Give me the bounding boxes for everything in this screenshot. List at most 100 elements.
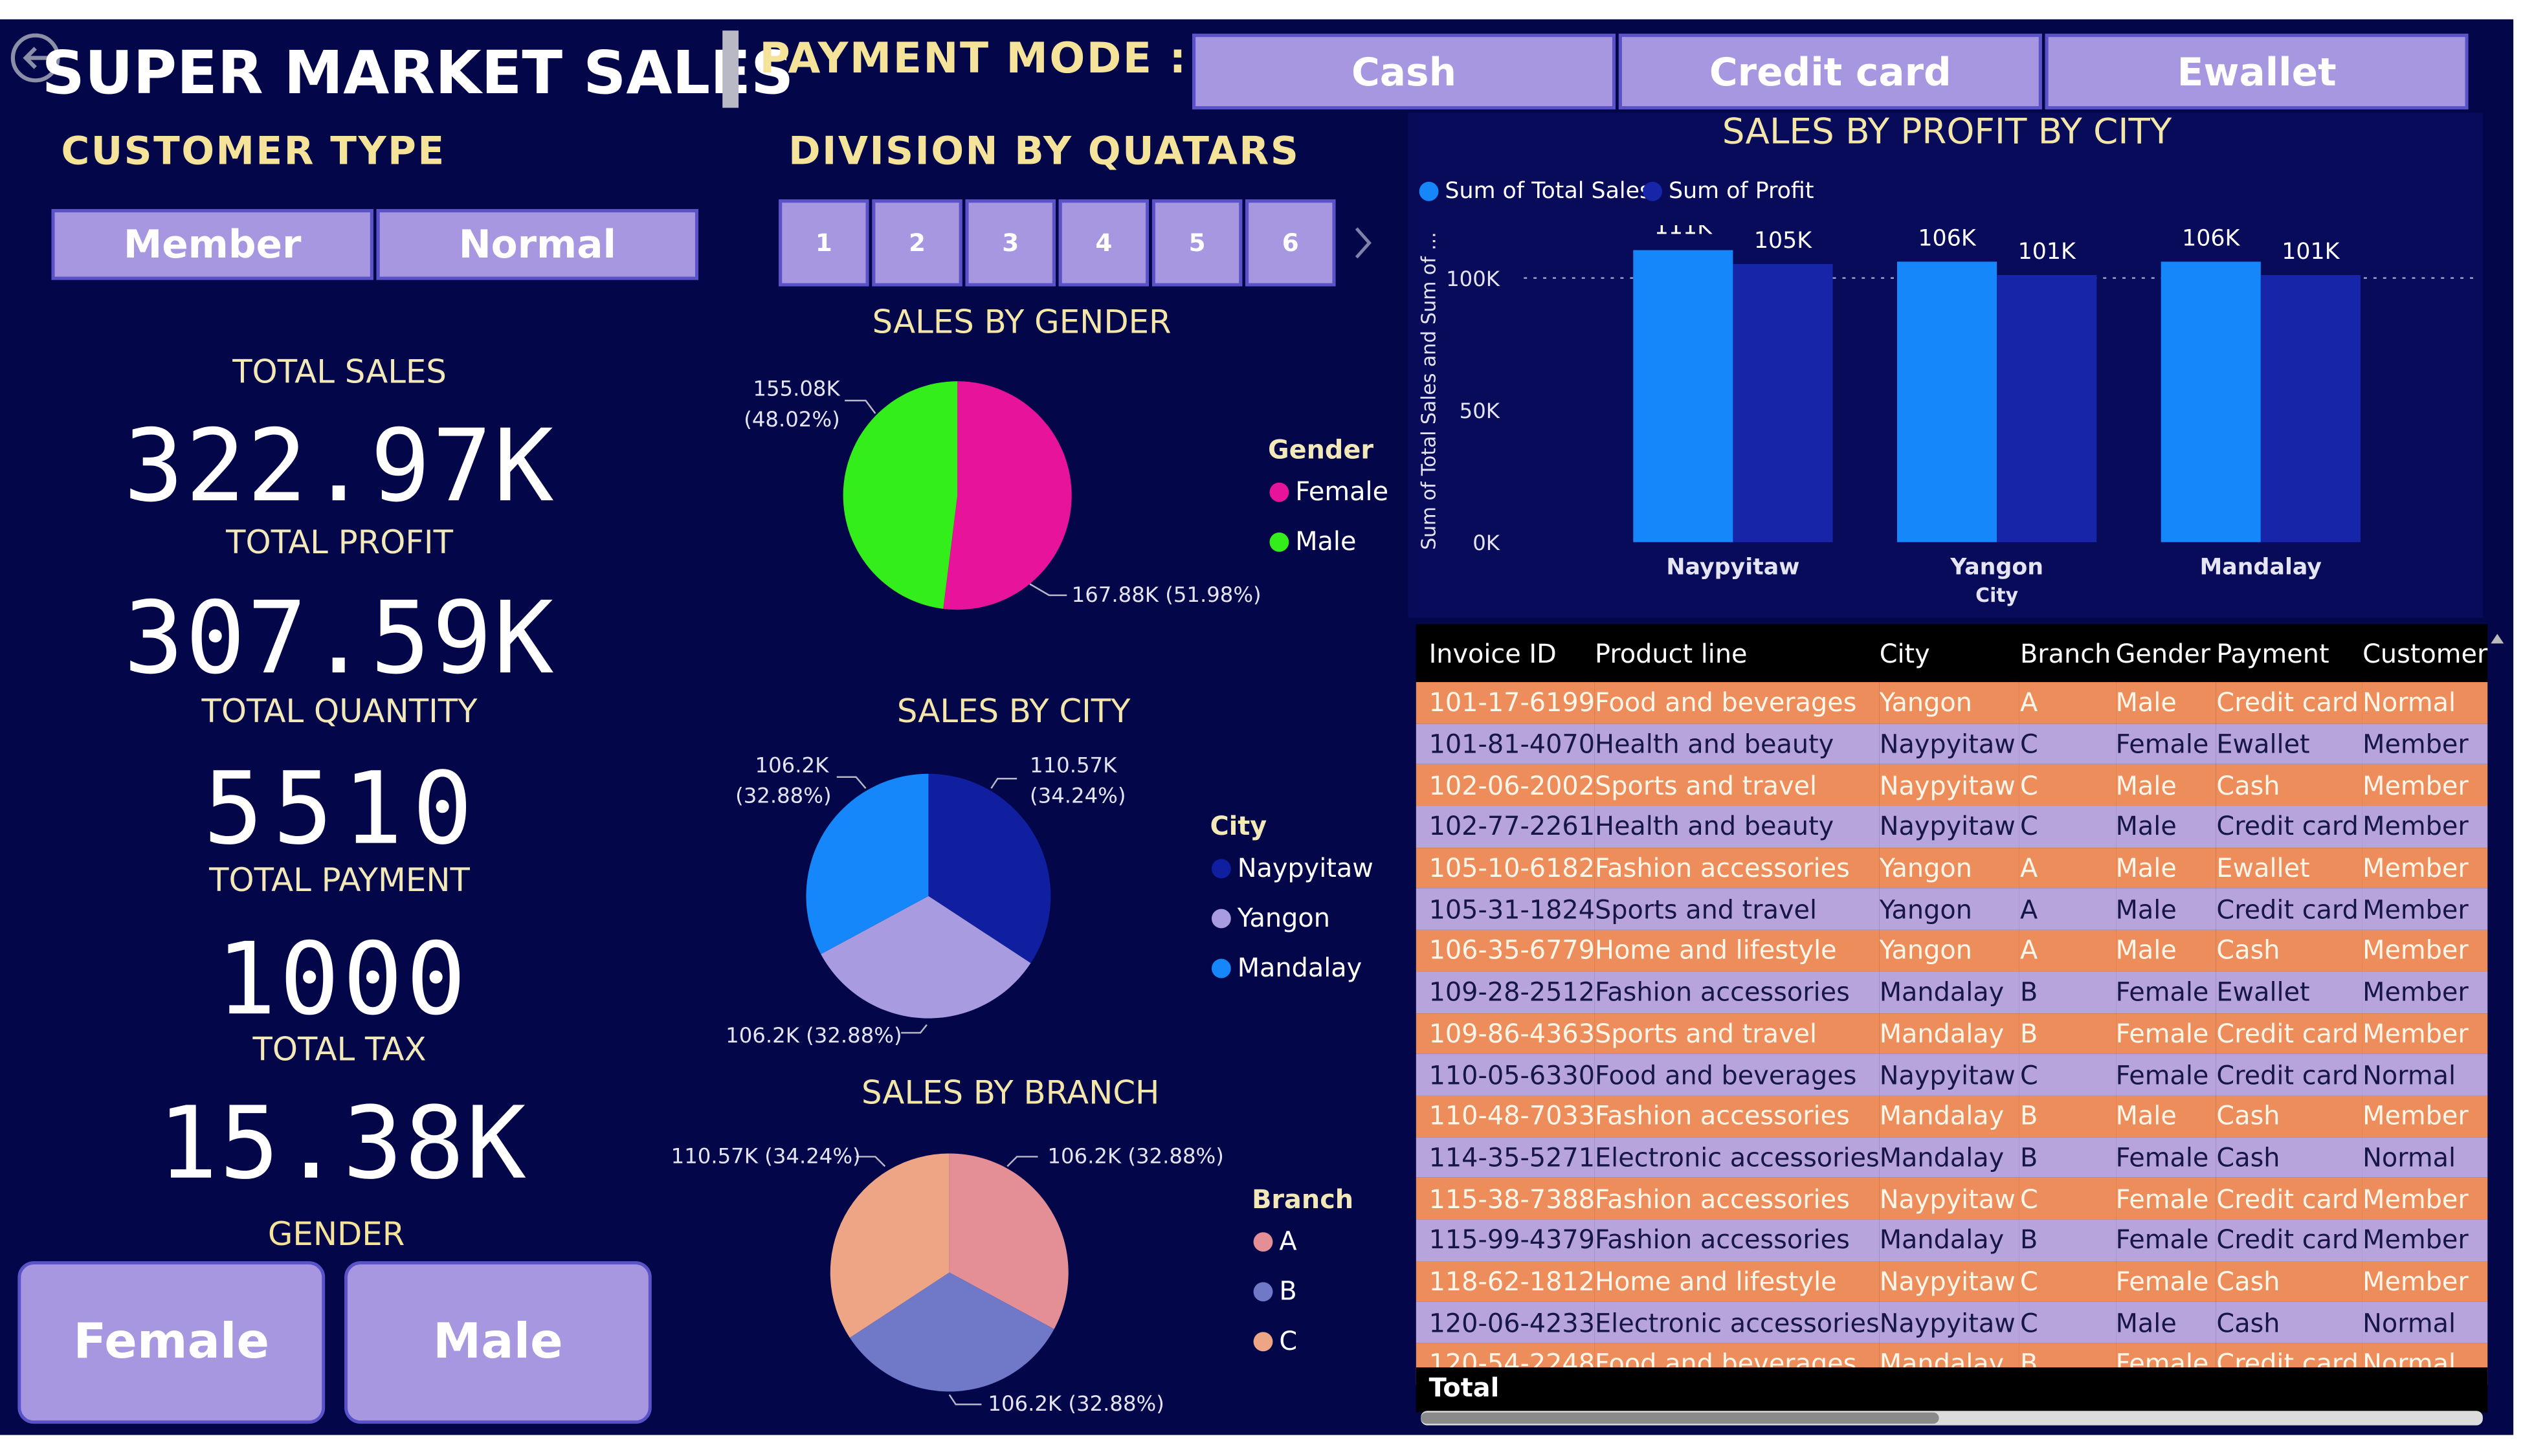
table-cell: Naypyitaw: [1879, 770, 2016, 801]
legend-label: B: [1279, 1275, 1297, 1307]
quarter-1-button[interactable]: 1: [779, 199, 869, 287]
bar-mandalay-profit[interactable]: [2260, 275, 2361, 542]
table-cell: Credit card: [2216, 1224, 2359, 1255]
col-header[interactable]: Customer: [2362, 624, 2487, 682]
table-cell: 106-35-6779: [1428, 935, 1595, 966]
table-cell: Member: [2362, 811, 2469, 843]
x-axis-title: City: [1975, 584, 2019, 607]
legend-total-sales[interactable]: Sum of Total Sales: [1419, 179, 1651, 204]
table-cell: B: [2019, 1100, 2038, 1132]
naypyitaw-dot-icon: [1211, 858, 1231, 878]
table-total-label: Total: [1428, 1372, 1500, 1403]
table-cell: Male: [2115, 1307, 2177, 1338]
table-row[interactable]: 106-35-6779 Home and lifestyle Yangon A Male…: [1416, 930, 2488, 972]
bar-naypyitaw-sales[interactable]: [1633, 250, 1733, 542]
legend-branch-a[interactable]: A: [1253, 1226, 1297, 1257]
table-cell: Normal: [2362, 687, 2456, 718]
bar-yangon-sales[interactable]: [1896, 261, 1997, 542]
invoice-table: Invoice ID Product line City Branch Gend…: [1416, 624, 2488, 1385]
gender-male-button[interactable]: Male: [344, 1261, 652, 1424]
legend-label: Yangon: [1237, 902, 1330, 933]
col-header[interactable]: Branch: [2020, 624, 2116, 682]
table-cell: 109-28-2512: [1428, 976, 1595, 1008]
table-cell: A: [2019, 852, 2038, 884]
table-cell: Cash: [2216, 1100, 2280, 1132]
payment-cash-button[interactable]: Cash: [1192, 34, 1616, 110]
col-header[interactable]: Invoice ID: [1416, 624, 1595, 682]
payment-ewallet-button[interactable]: Ewallet: [2045, 34, 2469, 110]
legend-branch-c[interactable]: C: [1253, 1325, 1297, 1356]
table-row[interactable]: 115-38-7388 Fashion accessories Naypyitaw C…: [1416, 1178, 2488, 1220]
table-cell: Normal: [2362, 1059, 2456, 1090]
vertical-scrollbar[interactable]: [2489, 631, 2506, 1413]
legend-naypyitaw[interactable]: Naypyitaw: [1211, 853, 1373, 883]
table-row[interactable]: 120-06-4233 Electronic accessories Naypyit…: [1416, 1301, 2488, 1343]
table-cell: Yangon: [1879, 852, 1972, 884]
table-row[interactable]: 105-10-6182 Fashion accessories Yangon A Mal…: [1416, 847, 2488, 889]
table-row[interactable]: 101-81-4070 Health and beauty Naypyitaw C Fe…: [1416, 723, 2488, 765]
table-row[interactable]: 101-17-6199 Food and beverages Yangon A Male…: [1416, 682, 2488, 723]
quarter-4-button[interactable]: 4: [1058, 199, 1150, 287]
legend-profit[interactable]: Sum of Profit: [1643, 179, 1814, 204]
legend-label: Sum of Profit: [1668, 178, 1814, 204]
table-row[interactable]: 109-28-2512 Fashion accessories Mandalay B F…: [1416, 971, 2488, 1013]
table-cell: Fashion accessories: [1595, 1100, 1850, 1132]
table-cell: Credit card: [2216, 1183, 2359, 1214]
table-cell: Home and lifestyle: [1595, 1266, 1837, 1297]
col-header[interactable]: Product line: [1595, 624, 1880, 682]
leader-line: [990, 777, 1017, 789]
table-cell: Cash: [2216, 1307, 2280, 1338]
pie-slice-male[interactable]: [843, 381, 958, 609]
legend-mandalay[interactable]: Mandalay: [1211, 953, 1362, 983]
legend-male[interactable]: Male: [1269, 526, 1356, 557]
customer-normal-button[interactable]: Normal: [376, 209, 698, 280]
table-row[interactable]: 105-31-1824 Sports and travel Yangon A Male C…: [1416, 888, 2488, 931]
quarter-3-button[interactable]: 3: [965, 199, 1056, 287]
table-cell: Female: [2115, 1142, 2209, 1173]
branch-a-data-label: 106.2K (32.88%): [1047, 1145, 1224, 1170]
payment-credit-card-button[interactable]: Credit card: [1618, 34, 2042, 110]
table-cell: B: [2019, 1224, 2038, 1255]
table-row[interactable]: 102-77-2261 Health and beauty Naypyitaw C Ma…: [1416, 806, 2488, 848]
mandalay-dot-icon: [1211, 958, 1231, 978]
x-tick-label: Naypyitaw: [1666, 555, 1799, 580]
bar-yangon-profit[interactable]: [1997, 274, 2097, 542]
horizontal-scrollbar[interactable]: [1421, 1411, 2483, 1426]
col-header[interactable]: Payment: [2216, 624, 2362, 682]
table-row[interactable]: 109-86-4363 Sports and travel Mandalay B Fem…: [1416, 1012, 2488, 1054]
y-tick-label: 0K: [1473, 531, 1500, 555]
scrollbar-up-arrow-icon[interactable]: [2491, 634, 2504, 644]
quarter-5-button[interactable]: 5: [1151, 199, 1243, 287]
customer-type-title: CUSTOMER TYPE: [61, 128, 446, 174]
table-row[interactable]: 118-62-1812 Home and lifestyle Naypyitaw C F…: [1416, 1261, 2488, 1302]
pie-slice-female[interactable]: [943, 381, 1072, 610]
total-quantity-label: TOTAL QUANTITY: [201, 691, 478, 731]
col-header[interactable]: City: [1880, 624, 2020, 682]
table-cell: Fashion accessories: [1595, 1183, 1850, 1214]
table-row[interactable]: 115-99-4379 Fashion accessories Mandalay B F…: [1416, 1219, 2488, 1261]
legend-branch-b[interactable]: B: [1253, 1275, 1297, 1307]
table-row[interactable]: 110-05-6330 Food and beverages Naypyitaw C F…: [1416, 1053, 2488, 1096]
table-cell: Health and beauty: [1595, 729, 1834, 760]
gender-female-button[interactable]: Female: [17, 1261, 326, 1424]
col-header[interactable]: Gender: [2116, 624, 2217, 682]
table-row[interactable]: 102-06-2002 Sports and travel Naypyitaw C Ma…: [1416, 764, 2488, 806]
quarter-6-button[interactable]: 6: [1245, 199, 1336, 287]
table-row[interactable]: 110-48-7033 Fashion accessories Mandalay B M…: [1416, 1095, 2488, 1137]
legend-yangon[interactable]: Yangon: [1211, 902, 1330, 933]
bar-naypyitaw-profit[interactable]: [1733, 264, 1833, 542]
table-cell: 102-77-2261: [1428, 811, 1595, 843]
table-row[interactable]: 114-35-5271 Electronic accessories Mandala…: [1416, 1136, 2488, 1178]
customer-member-button[interactable]: Member: [51, 209, 373, 280]
scrollbar-thumb[interactable]: [1421, 1412, 1939, 1424]
chevron-right-icon[interactable]: [1351, 225, 1374, 267]
bar-chart: 0K 50K 100K 111K 105K Naypyitaw 106K 101K Yangon…: [1446, 225, 2473, 580]
branch-legend-title: Branch: [1252, 1184, 1354, 1215]
table-cell: C: [2019, 1183, 2038, 1214]
legend-female[interactable]: Female: [1269, 476, 1388, 507]
yangon-dot-icon: [1211, 908, 1231, 928]
quarter-2-button[interactable]: 2: [872, 199, 962, 287]
table-cell: Food and beverages: [1595, 1059, 1857, 1090]
branch-b-dot-icon: [1253, 1281, 1273, 1301]
bar-mandalay-sales[interactable]: [2161, 261, 2261, 542]
